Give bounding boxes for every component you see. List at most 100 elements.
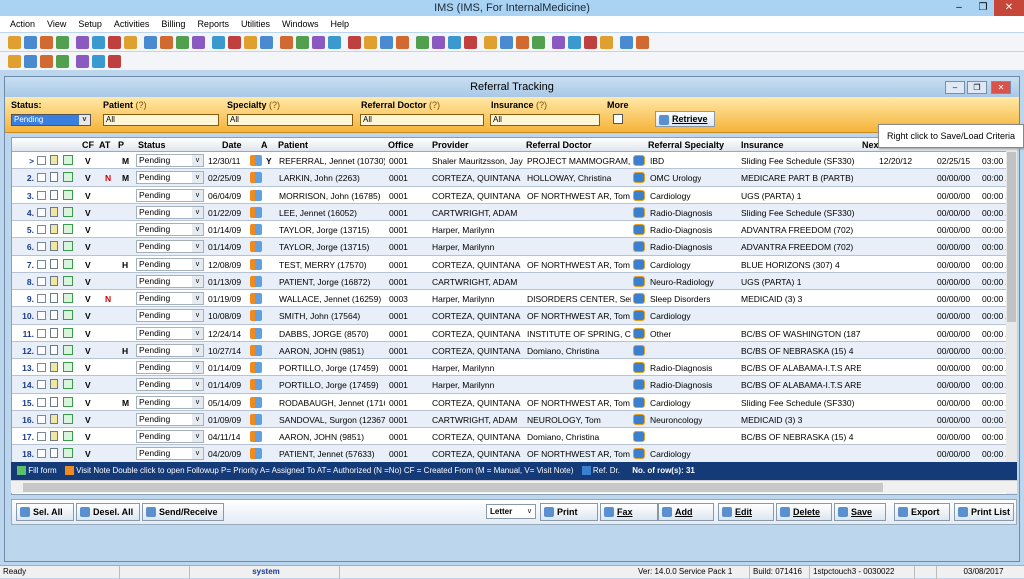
fill-form-icon[interactable]: [63, 241, 73, 252]
more-checkbox[interactable]: [613, 114, 623, 124]
ref-dr-icon[interactable]: [633, 344, 645, 356]
column-header[interactable]: Referral Specialty: [648, 140, 724, 150]
document-icon[interactable]: [50, 362, 58, 372]
document-icon[interactable]: [50, 293, 58, 303]
table-row[interactable]: 2. V N M Pending v 02/25/09 LARKIN, John …: [12, 169, 1006, 187]
ref-dr-icon[interactable]: [633, 327, 645, 339]
column-header[interactable]: Date: [222, 140, 242, 150]
row-checkbox[interactable]: [37, 173, 46, 183]
toolbar-icon[interactable]: [244, 35, 257, 49]
menu-activities[interactable]: Activities: [108, 16, 156, 32]
toolbar-icon[interactable]: [552, 35, 565, 49]
toolbar-icon[interactable]: [76, 35, 89, 49]
table-row[interactable]: 7. V H Pending v 12/08/09 TEST, MERRY (17…: [12, 256, 1006, 273]
fill-form-icon[interactable]: [63, 448, 73, 459]
column-header[interactable]: Status: [138, 140, 166, 150]
specialty-filter-input[interactable]: All: [227, 114, 353, 126]
visit-note-icon[interactable]: [250, 413, 262, 425]
document-icon[interactable]: [50, 189, 58, 200]
column-header[interactable]: A: [261, 140, 268, 150]
toolbar-icon[interactable]: [212, 35, 225, 49]
visit-note-icon[interactable]: [250, 310, 262, 322]
table-row[interactable]: 18. V Pending v 04/20/09 PATIENT, Jennet …: [12, 445, 1006, 463]
menu-windows[interactable]: Windows: [276, 16, 325, 32]
status-select[interactable]: Pending v: [136, 447, 204, 461]
fill-form-icon[interactable]: [63, 258, 73, 269]
fill-form-icon[interactable]: [63, 206, 73, 217]
visit-note-icon[interactable]: [250, 448, 262, 460]
ref-dr-icon[interactable]: [633, 189, 645, 201]
ref-dr-icon[interactable]: [633, 379, 645, 391]
row-checkbox[interactable]: [37, 414, 46, 424]
status-filter-select[interactable]: Pending v: [11, 114, 91, 126]
fill-form-icon[interactable]: [63, 396, 73, 407]
ref-dr-icon[interactable]: [633, 224, 645, 235]
toolbar-icon[interactable]: [296, 35, 309, 49]
status-select[interactable]: Pending v: [136, 188, 204, 202]
status-select[interactable]: Pending v: [136, 395, 204, 409]
add-button[interactable]: Add: [658, 503, 714, 521]
column-header[interactable]: Provider: [432, 140, 469, 150]
table-row[interactable]: 17. V Pending v 04/11/14 AARON, JOHN (985…: [12, 428, 1006, 446]
visit-note-icon[interactable]: [250, 155, 262, 166]
toolbar-icon[interactable]: [108, 35, 121, 49]
column-header[interactable]: Referral Doctor: [526, 140, 592, 150]
retrieve-button[interactable]: Retrieve: [655, 111, 715, 127]
horizontal-scrollbar[interactable]: [11, 480, 1017, 493]
table-row[interactable]: 16. V Pending v 01/09/09 SANDOVAL, Surgon…: [12, 410, 1006, 428]
document-icon[interactable]: [50, 413, 58, 424]
toolbar-icon[interactable]: [600, 35, 613, 49]
document-icon[interactable]: [50, 431, 58, 441]
toolbar-icon[interactable]: [160, 35, 173, 49]
patient-filter-input[interactable]: All: [103, 114, 219, 126]
status-select[interactable]: Pending v: [136, 378, 204, 392]
status-select[interactable]: Pending v: [136, 205, 204, 219]
fill-form-icon[interactable]: [63, 275, 73, 286]
column-header[interactable]: Insurance: [741, 140, 784, 150]
toolbar-icon[interactable]: [176, 35, 189, 49]
ref-dr-icon[interactable]: [633, 396, 645, 408]
table-row[interactable]: 4. V Pending v 01/22/09 LEE, Jennet (1605…: [12, 203, 1006, 221]
column-header[interactable]: Nex: [862, 140, 879, 150]
table-row[interactable]: 14. V Pending v 01/14/09 PORTILLO, Jorge …: [12, 376, 1006, 394]
ref-dr-icon[interactable]: [633, 241, 645, 253]
row-checkbox[interactable]: [37, 190, 46, 200]
toolbar-icon[interactable]: [448, 35, 461, 49]
paper-size-select[interactable]: Letter v: [486, 504, 536, 519]
document-icon[interactable]: [50, 258, 58, 269]
fill-form-icon[interactable]: [63, 379, 73, 390]
status-select[interactable]: Pending v: [136, 240, 204, 254]
refdoc-filter-input[interactable]: All: [360, 114, 484, 126]
table-row[interactable]: 10. V Pending v 10/08/09 SMITH, John (175…: [12, 307, 1006, 325]
row-checkbox[interactable]: [37, 380, 46, 390]
status-select[interactable]: Pending v: [136, 257, 204, 271]
menu-action[interactable]: Action: [4, 16, 41, 32]
table-row[interactable]: 8. V Pending v 01/13/09 PATIENT, Jorge (1…: [12, 272, 1006, 290]
chevron-down-icon[interactable]: v: [79, 115, 90, 125]
row-checkbox[interactable]: [37, 242, 46, 252]
row-checkbox[interactable]: [37, 328, 46, 338]
document-icon[interactable]: [50, 155, 58, 165]
menu-utilities[interactable]: Utilities: [235, 16, 276, 32]
visit-note-icon[interactable]: [250, 275, 262, 287]
toolbar-icon[interactable]: [432, 35, 445, 49]
toolbar-icon[interactable]: [380, 35, 393, 49]
document-icon[interactable]: [50, 172, 58, 183]
toolbar-icon[interactable]: [56, 54, 69, 68]
document-icon[interactable]: [50, 310, 58, 321]
table-row[interactable]: 11. V Pending v 12/24/14 DABBS, JORGE (85…: [12, 325, 1006, 342]
ref-dr-icon[interactable]: [633, 206, 645, 218]
visit-note-icon[interactable]: [250, 241, 262, 253]
ref-dr-icon[interactable]: [633, 310, 645, 322]
fill-form-icon[interactable]: [63, 155, 73, 165]
toolbar-icon[interactable]: [228, 35, 241, 49]
send-receive-button[interactable]: Send/Receive: [142, 503, 224, 521]
toolbar-icon[interactable]: [8, 35, 21, 49]
row-checkbox[interactable]: [37, 345, 46, 355]
status-select[interactable]: Pending v: [136, 412, 204, 426]
table-row[interactable]: 13. V Pending v 01/14/09 PORTILLO, Jorge …: [12, 359, 1006, 377]
fill-form-icon[interactable]: [63, 172, 73, 183]
visit-note-icon[interactable]: [250, 396, 262, 408]
ref-dr-icon[interactable]: [633, 293, 645, 304]
toolbar-icon[interactable]: [144, 35, 157, 49]
